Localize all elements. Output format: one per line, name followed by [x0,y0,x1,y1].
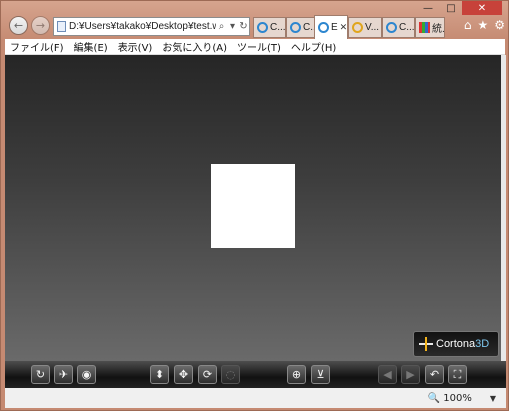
status-bar: 🔍 100% ▼ [5,388,506,408]
ie-icon [386,22,397,33]
ie-icon [318,22,329,33]
menu-favorites[interactable]: お気に入り(A) [157,39,232,54]
prev-viewpoint-button[interactable]: ◀ [378,365,397,384]
cortona3d-logo[interactable]: Cortona 3D [413,331,499,357]
navigation-bar: ← → D:¥Users¥takako¥Desktop¥test.wrl ⌕ ▾… [5,13,505,39]
roll-button[interactable]: ◌ [221,365,240,384]
pan-arrows-icon: ✥ [178,368,189,381]
back-button[interactable]: ← [9,16,28,35]
refresh-icon[interactable]: ↻ [238,21,249,32]
vertical-scrollbar[interactable] [501,55,506,361]
tab-1[interactable]: C... [253,17,286,38]
star-icon[interactable]: ★ [477,18,488,32]
walk-icon: ↻ [35,368,46,381]
tab-4[interactable]: V... [348,17,382,38]
study-button[interactable]: ◉ [77,365,96,384]
menu-bar: ファイル(F) 編集(E) 表示(V) お気に入り(A) ツール(T) ヘルプ(… [5,39,505,55]
cortona-navigation-toolbar: ↻ ✈ ◉ ⬍ ✥ ⟳ ◌ ⊕ ⊻ ◀ ▶ ↶ ⛶ [5,361,506,388]
tab-5[interactable]: C... [382,17,415,38]
menu-tools[interactable]: ツール(T) [232,39,286,54]
search-icon[interactable]: ⌕ [216,21,227,32]
tab-6[interactable]: 統... [415,17,445,38]
triangle-left-icon: ◀ [383,368,392,381]
plan-button[interactable]: ⬍ [150,365,169,384]
back-arrow-icon: ← [13,19,24,32]
multicolor-icon [419,22,430,33]
zoom-level[interactable]: 100% [443,393,472,404]
logo-3d-text: 3D [475,338,490,350]
walk-button[interactable]: ↻ [31,365,50,384]
align-icon: ⊻ [316,368,325,381]
goto-button[interactable]: ⊕ [287,365,306,384]
turn-button[interactable]: ⟳ [198,365,217,384]
gear-icon[interactable]: ⚙ [494,18,505,32]
plan-arrows-icon: ⬍ [154,368,165,381]
vrml-3d-viewport[interactable]: Cortona 3D [5,55,501,361]
yellow-ie-icon [352,22,363,33]
address-bar[interactable]: D:¥Users¥takako¥Desktop¥test.wrl ⌕ ▾ ↻ [53,17,250,36]
turn-icon: ⟳ [202,368,213,381]
forward-arrow-icon: → [35,19,46,32]
undo-arrow-icon: ↶ [429,368,440,381]
logo-text: Cortona [436,338,476,350]
page-icon [57,21,66,32]
restore-button[interactable]: ↶ [425,365,444,384]
browser-tools: ⌂ ★ ⚙ [464,18,505,32]
address-text[interactable]: D:¥Users¥takako¥Desktop¥test.wrl [69,21,216,32]
eye-icon: ◉ [81,368,92,381]
chevron-down-icon[interactable]: ▾ [227,21,238,32]
menu-file[interactable]: ファイル(F) [5,39,69,54]
roll-icon: ◌ [225,368,236,381]
tab-3-active[interactable]: E ✕ [314,15,348,39]
crosshair-icon: ⊕ [291,368,302,381]
pan-button[interactable]: ✥ [174,365,193,384]
cortona-logo-icon [419,337,433,351]
close-tab-icon[interactable]: ✕ [340,22,347,33]
menu-view[interactable]: 表示(V) [113,39,158,54]
forward-button[interactable]: → [31,16,50,35]
next-viewpoint-button[interactable]: ▶ [401,365,420,384]
fit-button[interactable]: ⛶ [448,365,467,384]
fly-icon: ✈ [58,368,69,381]
fit-frame-icon: ⛶ [453,367,462,381]
fly-button[interactable]: ✈ [54,365,73,384]
menu-edit[interactable]: 編集(E) [69,39,113,54]
ie-icon [290,22,301,33]
zoom-icon: 🔍 [427,392,441,404]
align-button[interactable]: ⊻ [311,365,330,384]
white-box-3d-object[interactable] [211,164,295,248]
zoom-dropdown-icon[interactable]: ▼ [490,394,496,403]
triangle-right-icon: ▶ [406,368,415,381]
home-icon[interactable]: ⌂ [464,18,472,32]
browser-window: — □ ✕ ← → D:¥Users¥takako¥Desktop¥test.w… [0,0,509,411]
ie-icon [257,22,268,33]
menu-help[interactable]: ヘルプ(H) [286,39,341,54]
